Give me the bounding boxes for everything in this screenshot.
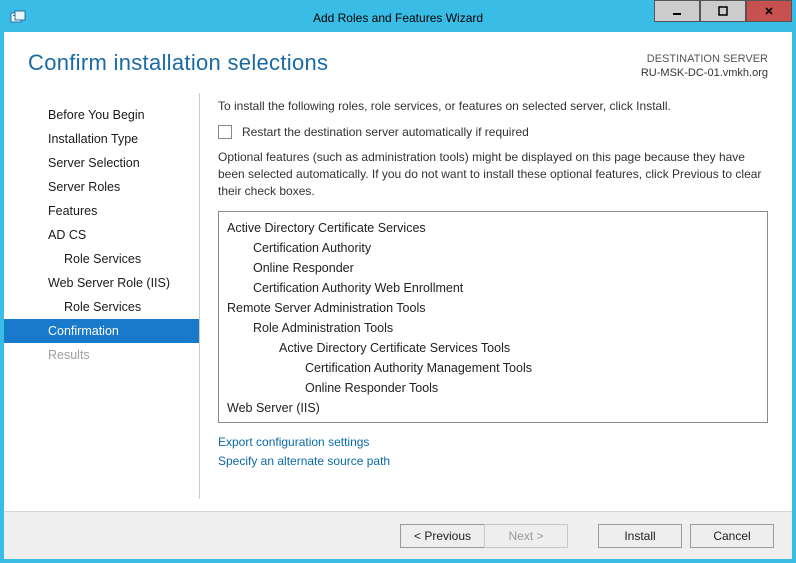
destination-server: RU-MSK-DC-01.vmkh.org [641,66,768,80]
selection-item: Certification Authority Web Enrollment [227,278,763,298]
restart-checkbox-row[interactable]: Restart the destination server automatic… [218,125,768,139]
selection-item: Online Responder Tools [227,378,763,398]
nav-step[interactable]: Confirmation [4,319,199,343]
nav-step[interactable]: Before You Begin [4,103,199,127]
wizard-window: Add Roles and Features Wizard Confirm in… [0,0,796,563]
nav-step[interactable]: Features [4,199,199,223]
destination-server-block: DESTINATION SERVER RU-MSK-DC-01.vmkh.org [641,50,768,81]
minimize-button[interactable] [654,0,700,22]
export-config-link[interactable]: Export configuration settings [218,433,768,452]
nav-step[interactable]: Server Roles [4,175,199,199]
nav-step[interactable]: AD CS [4,223,199,247]
prev-next-group: < Previous Next > [400,524,568,548]
destination-label: DESTINATION SERVER [641,52,768,66]
selection-item: Certification Authority Management Tools [227,358,763,378]
nav-step[interactable]: Role Services [4,295,199,319]
intro-text: To install the following roles, role ser… [218,99,768,113]
install-button[interactable]: Install [598,524,682,548]
header: Confirm installation selections DESTINAT… [4,32,792,89]
nav-steps: Before You BeginInstallation TypeServer … [4,89,199,511]
selection-item: Web Server (IIS) [227,398,763,418]
page-heading: Confirm installation selections [28,50,328,76]
window-buttons [654,4,792,32]
next-button: Next > [484,524,568,548]
nav-step[interactable]: Installation Type [4,127,199,151]
restart-checkbox[interactable] [218,125,232,139]
maximize-button[interactable] [700,0,746,22]
cancel-button[interactable]: Cancel [690,524,774,548]
selection-item: Active Directory Certificate Services [227,218,763,238]
alternate-source-link[interactable]: Specify an alternate source path [218,452,768,471]
selection-item: Active Directory Certificate Services To… [227,338,763,358]
footer: < Previous Next > Install Cancel [4,511,792,559]
content-pane: To install the following roles, role ser… [200,89,792,511]
titlebar: Add Roles and Features Wizard [4,4,792,32]
selections-list-wrap: Active Directory Certificate ServicesCer… [218,211,768,423]
nav-step: Results [4,343,199,367]
app-icon [10,10,26,26]
selection-item: Remote Server Administration Tools [227,298,763,318]
restart-checkbox-label: Restart the destination server automatic… [242,125,529,139]
optional-features-note: Optional features (such as administratio… [218,149,768,201]
nav-step[interactable]: Web Server Role (IIS) [4,271,199,295]
nav-step[interactable]: Server Selection [4,151,199,175]
selections-list[interactable]: Active Directory Certificate ServicesCer… [218,211,768,423]
selection-item: Online Responder [227,258,763,278]
selection-item: Role Administration Tools [227,318,763,338]
link-row: Export configuration settings Specify an… [218,423,768,471]
nav-step[interactable]: Role Services [4,247,199,271]
selection-item: Certification Authority [227,238,763,258]
close-button[interactable] [746,0,792,22]
body: Before You BeginInstallation TypeServer … [4,89,792,511]
previous-button[interactable]: < Previous [400,524,484,548]
